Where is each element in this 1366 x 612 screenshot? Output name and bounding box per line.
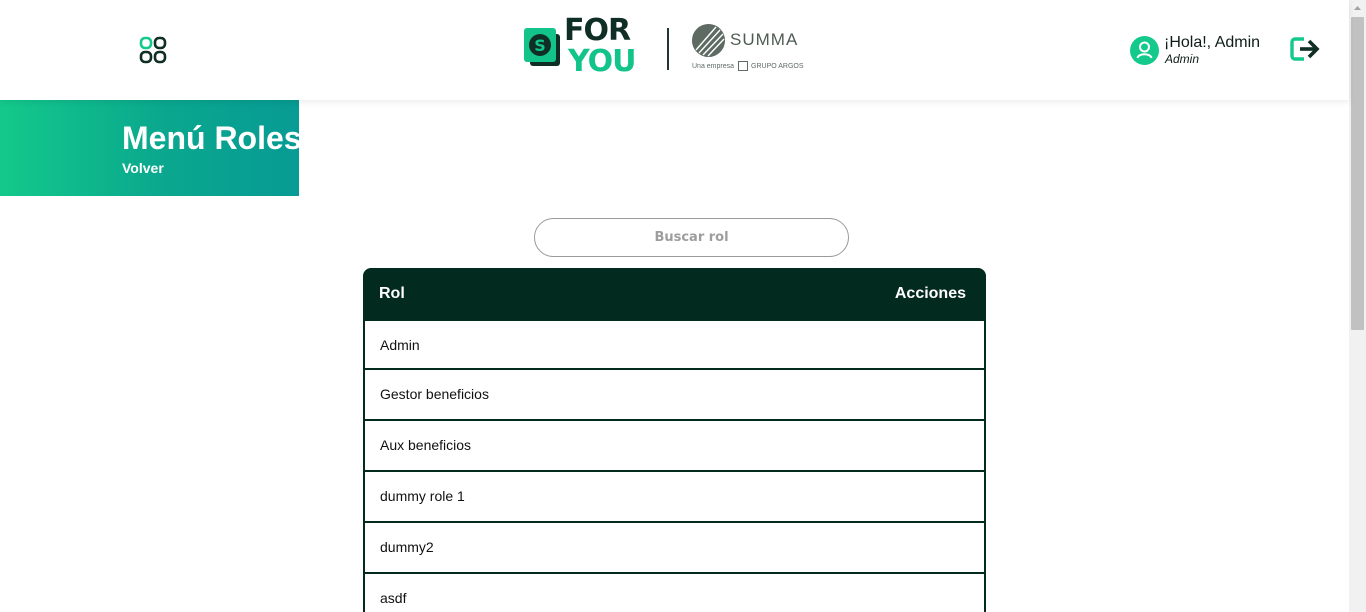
role-name: dummy role 1 bbox=[380, 488, 465, 504]
table-header: Rol Acciones bbox=[363, 268, 986, 319]
s-badge-logo: S bbox=[524, 28, 560, 66]
search-role-input[interactable] bbox=[534, 218, 849, 257]
role-name: Admin bbox=[380, 337, 420, 353]
logo-s-letter: S bbox=[534, 36, 546, 55]
role-name: asdf bbox=[380, 590, 407, 606]
scroll-up-arrow-icon[interactable] bbox=[1349, 0, 1366, 17]
summa-sub-left: Una empresa bbox=[692, 62, 735, 70]
table-row[interactable]: asdf bbox=[363, 574, 986, 612]
table-row[interactable]: dummy2 bbox=[363, 523, 986, 574]
page: S FOR YOU SUMMA Una empresa GRUPO ARGOS bbox=[0, 0, 1366, 612]
bracket-icon bbox=[738, 61, 749, 71]
apps-grid-icon[interactable] bbox=[139, 36, 167, 64]
user-greeting: ¡Hola!, Admin bbox=[1164, 34, 1261, 51]
logo-divider bbox=[667, 28, 669, 70]
user-role: Admin bbox=[1165, 52, 1200, 66]
table-body: Admin Gestor beneficios Aux beneficios d… bbox=[363, 319, 986, 612]
user-avatar[interactable] bbox=[1130, 36, 1159, 65]
role-name: dummy2 bbox=[380, 539, 434, 555]
summa-wordmark: SUMMA bbox=[730, 30, 799, 49]
column-header-rol: Rol bbox=[379, 285, 405, 302]
table-row[interactable]: Gestor beneficios bbox=[363, 370, 986, 421]
page-title: Menú Roles bbox=[122, 120, 302, 156]
brand-logo: S FOR YOU SUMMA Una empresa GRUPO ARGOS bbox=[522, 13, 804, 82]
summa-logo-icon bbox=[692, 24, 725, 57]
table-row[interactable]: dummy role 1 bbox=[363, 472, 986, 523]
scrollbar-thumb[interactable] bbox=[1351, 17, 1364, 330]
roles-table: Rol Acciones Admin Gestor beneficios Aux… bbox=[363, 268, 986, 612]
logo-for-text: FOR bbox=[564, 13, 631, 48]
role-name: Aux beneficios bbox=[380, 437, 472, 453]
page-title-banner: Menú Roles Volver bbox=[0, 100, 302, 196]
column-header-acciones: Acciones bbox=[894, 285, 966, 302]
summa-sub-right: GRUPO ARGOS bbox=[751, 62, 804, 70]
back-link[interactable]: Volver bbox=[122, 160, 164, 176]
role-name: Gestor beneficios bbox=[380, 386, 489, 402]
top-header: S FOR YOU SUMMA Una empresa GRUPO ARGOS bbox=[0, 0, 1349, 100]
table-row[interactable]: Admin bbox=[363, 319, 986, 370]
table-row[interactable]: Aux beneficios bbox=[363, 421, 986, 472]
summa-subtitle: Una empresa GRUPO ARGOS bbox=[692, 61, 804, 71]
logout-icon[interactable] bbox=[1289, 36, 1321, 62]
logo-you-text: YOU bbox=[568, 44, 637, 79]
user-icon bbox=[1136, 41, 1153, 59]
vertical-scrollbar[interactable] bbox=[1349, 0, 1366, 612]
